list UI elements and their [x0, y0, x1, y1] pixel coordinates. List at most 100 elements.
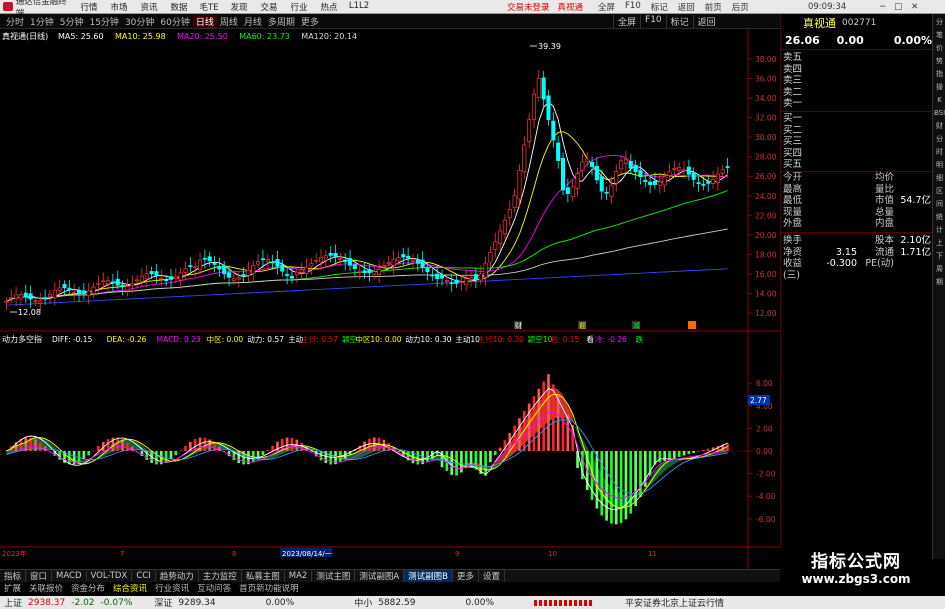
tf-tab[interactable]: 60分钟 [157, 15, 192, 28]
main-menu: 行情 市场 资讯 数据 毛TE 发现 交易 行业 热点 L1L2 [74, 1, 374, 13]
close-icon[interactable]: ✕ [911, 2, 918, 12]
side-tool-button[interactable]: 势 [934, 56, 945, 66]
side-tool-button[interactable]: 笔 [934, 30, 945, 40]
menu-item[interactable]: 发现 [224, 1, 254, 13]
side-tool-button[interactable]: 明 [934, 160, 945, 170]
side-tool-button[interactable]: BSI [934, 108, 945, 118]
info-tab[interactable]: 关联报价 [25, 582, 67, 594]
index-sh[interactable]: 上证 2938.37 -2.02 -0.07% [0, 596, 132, 609]
side-tool-button[interactable]: 细 [934, 173, 945, 183]
candle-body [459, 281, 464, 283]
indicator-tab[interactable]: 更多 [453, 570, 480, 582]
tf-tab[interactable]: 更多 [298, 15, 322, 28]
menu-item[interactable]: L1L2 [344, 1, 374, 13]
side-tool-button[interactable]: K [934, 95, 945, 105]
indicator-legend-item: 中区10: 0.00 [355, 334, 401, 344]
tf-tab[interactable]: 1分钟 [27, 15, 57, 28]
toolbar-fullscreen[interactable]: 全屏 [613, 14, 640, 28]
menu-item[interactable]: 热点 [314, 1, 344, 13]
candle-body [38, 300, 43, 304]
tf-tab[interactable]: 周线 [217, 15, 241, 28]
info-tab[interactable]: 扩展 [0, 582, 25, 594]
side-tool-button[interactable]: 财 [934, 121, 945, 131]
indicator-tab[interactable]: 主力监控 [199, 570, 242, 582]
app-logo-icon [3, 2, 13, 11]
fullscreen-button[interactable]: 全屏 [598, 1, 615, 13]
info-tab[interactable]: 首页新功能说明 [235, 582, 303, 594]
toolbar-back[interactable]: 返回 [692, 14, 720, 28]
candle-body [406, 255, 411, 259]
side-tool-button[interactable]: 指 [934, 69, 945, 79]
event-marker[interactable] [688, 321, 696, 329]
back-button[interactable]: 返回 [678, 1, 695, 13]
side-tool-button[interactable]: 统 [934, 212, 945, 222]
x-axis-label: 9 [455, 550, 459, 558]
side-tool-button[interactable]: 操 [934, 82, 945, 92]
index-sz[interactable]: 深证 9289.34 0.00% [154, 596, 294, 609]
indicator-tab[interactable]: 指标 [0, 570, 27, 582]
indicator-tab[interactable]: MA2 [285, 571, 313, 581]
side-tool-button[interactable]: 计 [934, 225, 945, 235]
minimize-icon[interactable]: ─ [880, 2, 885, 12]
tf-tab[interactable]: 月线 [241, 15, 265, 28]
indicator-tab[interactable]: MACD [52, 571, 87, 581]
candle-body [454, 279, 459, 284]
toolbar-f10[interactable]: F10 [640, 14, 666, 28]
candle-body [483, 262, 488, 278]
menu-item[interactable]: 交易 [254, 1, 284, 13]
side-tool-button[interactable]: 区 [934, 186, 945, 196]
side-tool-button[interactable]: 周 [934, 264, 945, 274]
candle-body [217, 266, 222, 270]
info-tab[interactable]: 资金分布 [67, 582, 109, 594]
side-tool-button[interactable]: 期 [934, 277, 945, 287]
info-tab[interactable]: 综合资讯 [109, 582, 151, 594]
tf-tab-active[interactable]: 日线 [192, 14, 217, 28]
side-tool-button[interactable]: 下 [934, 251, 945, 261]
tf-tab[interactable]: 分时 [3, 15, 27, 28]
side-tool-button[interactable]: 时 [934, 147, 945, 157]
side-tool-button[interactable]: 分 [934, 17, 945, 27]
side-tool-button[interactable]: 价 [934, 43, 945, 53]
indicator-tab[interactable]: VOL-TDX [87, 571, 133, 581]
candle-body [575, 173, 580, 189]
tf-tab[interactable]: 15分钟 [86, 15, 121, 28]
menu-item[interactable]: 行情 [74, 1, 104, 13]
info-tab[interactable]: 互动问答 [193, 582, 235, 594]
menu-item[interactable]: 资讯 [134, 1, 164, 13]
candle-body [275, 259, 280, 267]
indicator-tab[interactable]: 窗口 [26, 570, 53, 582]
menu-item[interactable]: 行业 [284, 1, 314, 13]
indicator-tab[interactable]: 趋势动力 [156, 570, 199, 582]
chart-area[interactable]: 真视通(日线) MA5: 25.60 MA10: 25.98 MA20: 25.50… [0, 29, 780, 572]
side-tool-button[interactable]: 间 [934, 199, 945, 209]
side-tool-button[interactable]: 上 [934, 238, 945, 248]
maximize-icon[interactable]: □ [894, 2, 902, 12]
trade-login-link[interactable]: 交易未登录 [507, 1, 550, 13]
candle-body [643, 179, 648, 182]
next-page-button[interactable]: 后页 [732, 1, 749, 13]
menu-item[interactable]: 毛TE [194, 1, 224, 13]
indicator-tab[interactable]: 测试副图B [404, 570, 453, 582]
tf-tab[interactable]: 多周期 [265, 15, 298, 28]
prev-page-button[interactable]: 前页 [705, 1, 722, 13]
indicator-tab[interactable]: 测试主图 [312, 570, 356, 582]
indicator-tab[interactable]: 设置 [479, 570, 506, 582]
index-zx[interactable]: 中小 5882.59 0.00% [354, 596, 494, 609]
menu-item[interactable]: 数据 [164, 1, 194, 13]
indicator-tab[interactable]: 测试副图A [355, 570, 405, 582]
candle-body [377, 268, 382, 275]
indicator-tab[interactable]: CCI [132, 571, 156, 581]
toolbar-mark[interactable]: 标记 [665, 14, 693, 28]
indicator-tab[interactable]: 私募主图 [242, 570, 285, 582]
price-row: 26.06 0.00 0.00% [781, 31, 932, 50]
f10-button[interactable]: F10 [625, 1, 641, 13]
indicator-label: 动力多空指 [2, 334, 42, 344]
info-tab[interactable]: 行业资讯 [151, 582, 193, 594]
side-tool-button[interactable]: 分 [934, 134, 945, 144]
tf-tab[interactable]: 30分钟 [122, 15, 157, 28]
menu-item[interactable]: 市场 [104, 1, 134, 13]
x-axis-label: 2023年 [2, 549, 27, 558]
mark-button[interactable]: 标记 [651, 1, 668, 13]
tf-tab[interactable]: 5分钟 [57, 15, 87, 28]
candle-body [289, 275, 295, 279]
